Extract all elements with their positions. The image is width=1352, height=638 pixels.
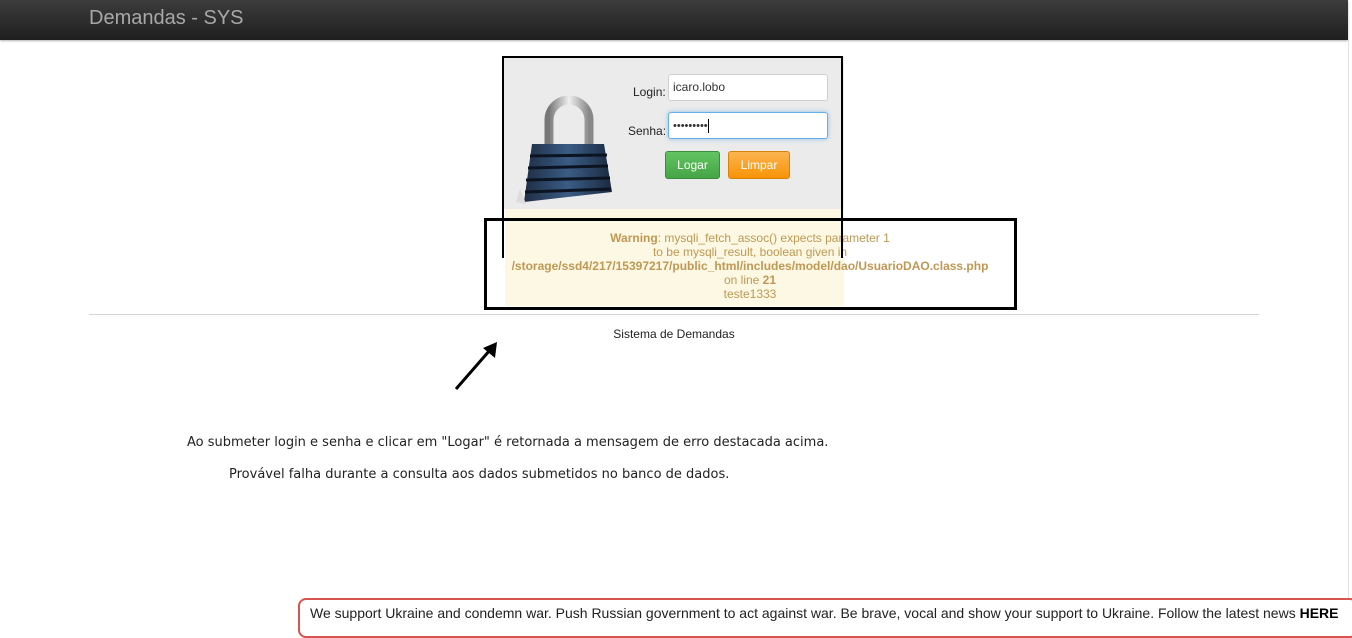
banner-link[interactable]: HERE [1300,605,1339,621]
logar-button[interactable]: Logar [665,151,720,179]
password-mask: ••••••••• [673,120,708,132]
warning-path: /storage/ssd4/217/15397217/public_html/i… [511,259,989,273]
warning-extra: teste1333 [723,287,777,301]
warning-line-number: on line 21 [723,273,777,287]
annotation-arrow-icon [454,342,497,390]
warning-prefix: Warning [610,231,658,245]
padlock-icon [516,95,612,204]
scrollbar-edge [1348,40,1349,600]
password-label: Senha: [628,124,667,138]
note-line-1: Ao submeter login e senha e clicar em "L… [187,435,829,450]
ukraine-support-banner: We support Ukraine and condemn war. Push… [298,598,1352,638]
footer-text: Sistema de Demandas [613,327,735,341]
password-input[interactable]: ••••••••• [668,112,828,139]
limpar-button[interactable]: Limpar [728,151,790,179]
warning-line-2: to be mysqli_result, boolean given in [652,245,848,259]
divider [89,314,1259,315]
text-caret [707,118,709,133]
login-input[interactable]: icaro.lobo [668,74,828,101]
login-label: Login: [633,85,666,99]
note-line-2: Provável falha durante a consulta aos da… [229,467,730,482]
warning-message: Warning: mysqli_fetch_assoc() expects pa… [490,231,1010,301]
top-navbar: Demandas - SYS [0,0,1348,40]
banner-text: We support Ukraine and condemn war. Push… [310,605,1300,621]
warning-line-1: Warning: mysqli_fetch_assoc() expects pa… [610,231,890,245]
brand-title[interactable]: Demandas - SYS [89,7,244,30]
